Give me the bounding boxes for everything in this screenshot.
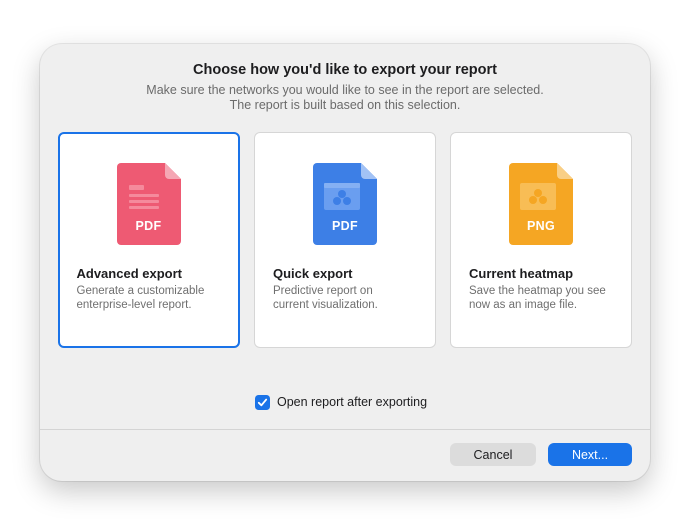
checkmark-icon bbox=[257, 398, 268, 406]
option-description-line: current visualization. bbox=[273, 299, 378, 311]
option-description-line: Predictive report on bbox=[273, 285, 373, 297]
dialog-title: Choose how you'd like to export your rep… bbox=[193, 62, 497, 78]
next-button[interactable]: Next... bbox=[548, 443, 632, 466]
option-title: Quick export bbox=[273, 266, 353, 281]
pdf-document-icon: PDF bbox=[116, 162, 181, 245]
subtitle-line-2: The report is built based on this select… bbox=[229, 98, 461, 112]
option-title: Current heatmap bbox=[469, 266, 574, 281]
png-image-icon: PNG bbox=[509, 163, 573, 245]
option-description: Generate a customizable enterprise-level… bbox=[77, 284, 232, 312]
file-type-badge: PDF bbox=[135, 218, 162, 233]
export-dialog: Choose how you'd like to export your rep… bbox=[40, 44, 650, 481]
subtitle-line-1: Make sure the networks you would like to… bbox=[146, 83, 544, 97]
pdf-visualization-icon: PDF bbox=[313, 163, 377, 245]
option-quick-export[interactable]: PDF Quick export Predictive report on cu… bbox=[254, 132, 436, 348]
option-description-line: Save the heatmap you see bbox=[469, 285, 606, 297]
option-description-line: now as an image file. bbox=[469, 299, 578, 311]
file-type-badge: PNG bbox=[527, 219, 555, 233]
option-current-heatmap[interactable]: PNG Current heatmap Save the heatmap you… bbox=[450, 132, 632, 348]
open-after-export-option[interactable]: Open report after exporting bbox=[255, 393, 427, 411]
cancel-button[interactable]: Cancel bbox=[450, 443, 536, 466]
option-description-line: Generate a customizable bbox=[76, 284, 205, 297]
open-after-export-checkbox[interactable] bbox=[255, 394, 270, 410]
footer-divider bbox=[40, 429, 650, 430]
option-description: Save the heatmap you see now as an image… bbox=[469, 284, 624, 312]
open-after-export-label: Open report after exporting bbox=[277, 395, 428, 409]
option-advanced-export[interactable]: PDF Advanced export Generate a customiza… bbox=[58, 132, 240, 348]
dialog-subtitle: Make sure the networks you would like to… bbox=[40, 83, 650, 113]
option-title: Advanced export bbox=[76, 265, 182, 281]
file-type-badge: PDF bbox=[332, 219, 358, 233]
export-options: PDF Advanced export Generate a customiza… bbox=[58, 132, 632, 348]
option-description: Predictive report on current visualizati… bbox=[273, 284, 428, 312]
option-description-line: enterprise-level report. bbox=[76, 298, 192, 311]
